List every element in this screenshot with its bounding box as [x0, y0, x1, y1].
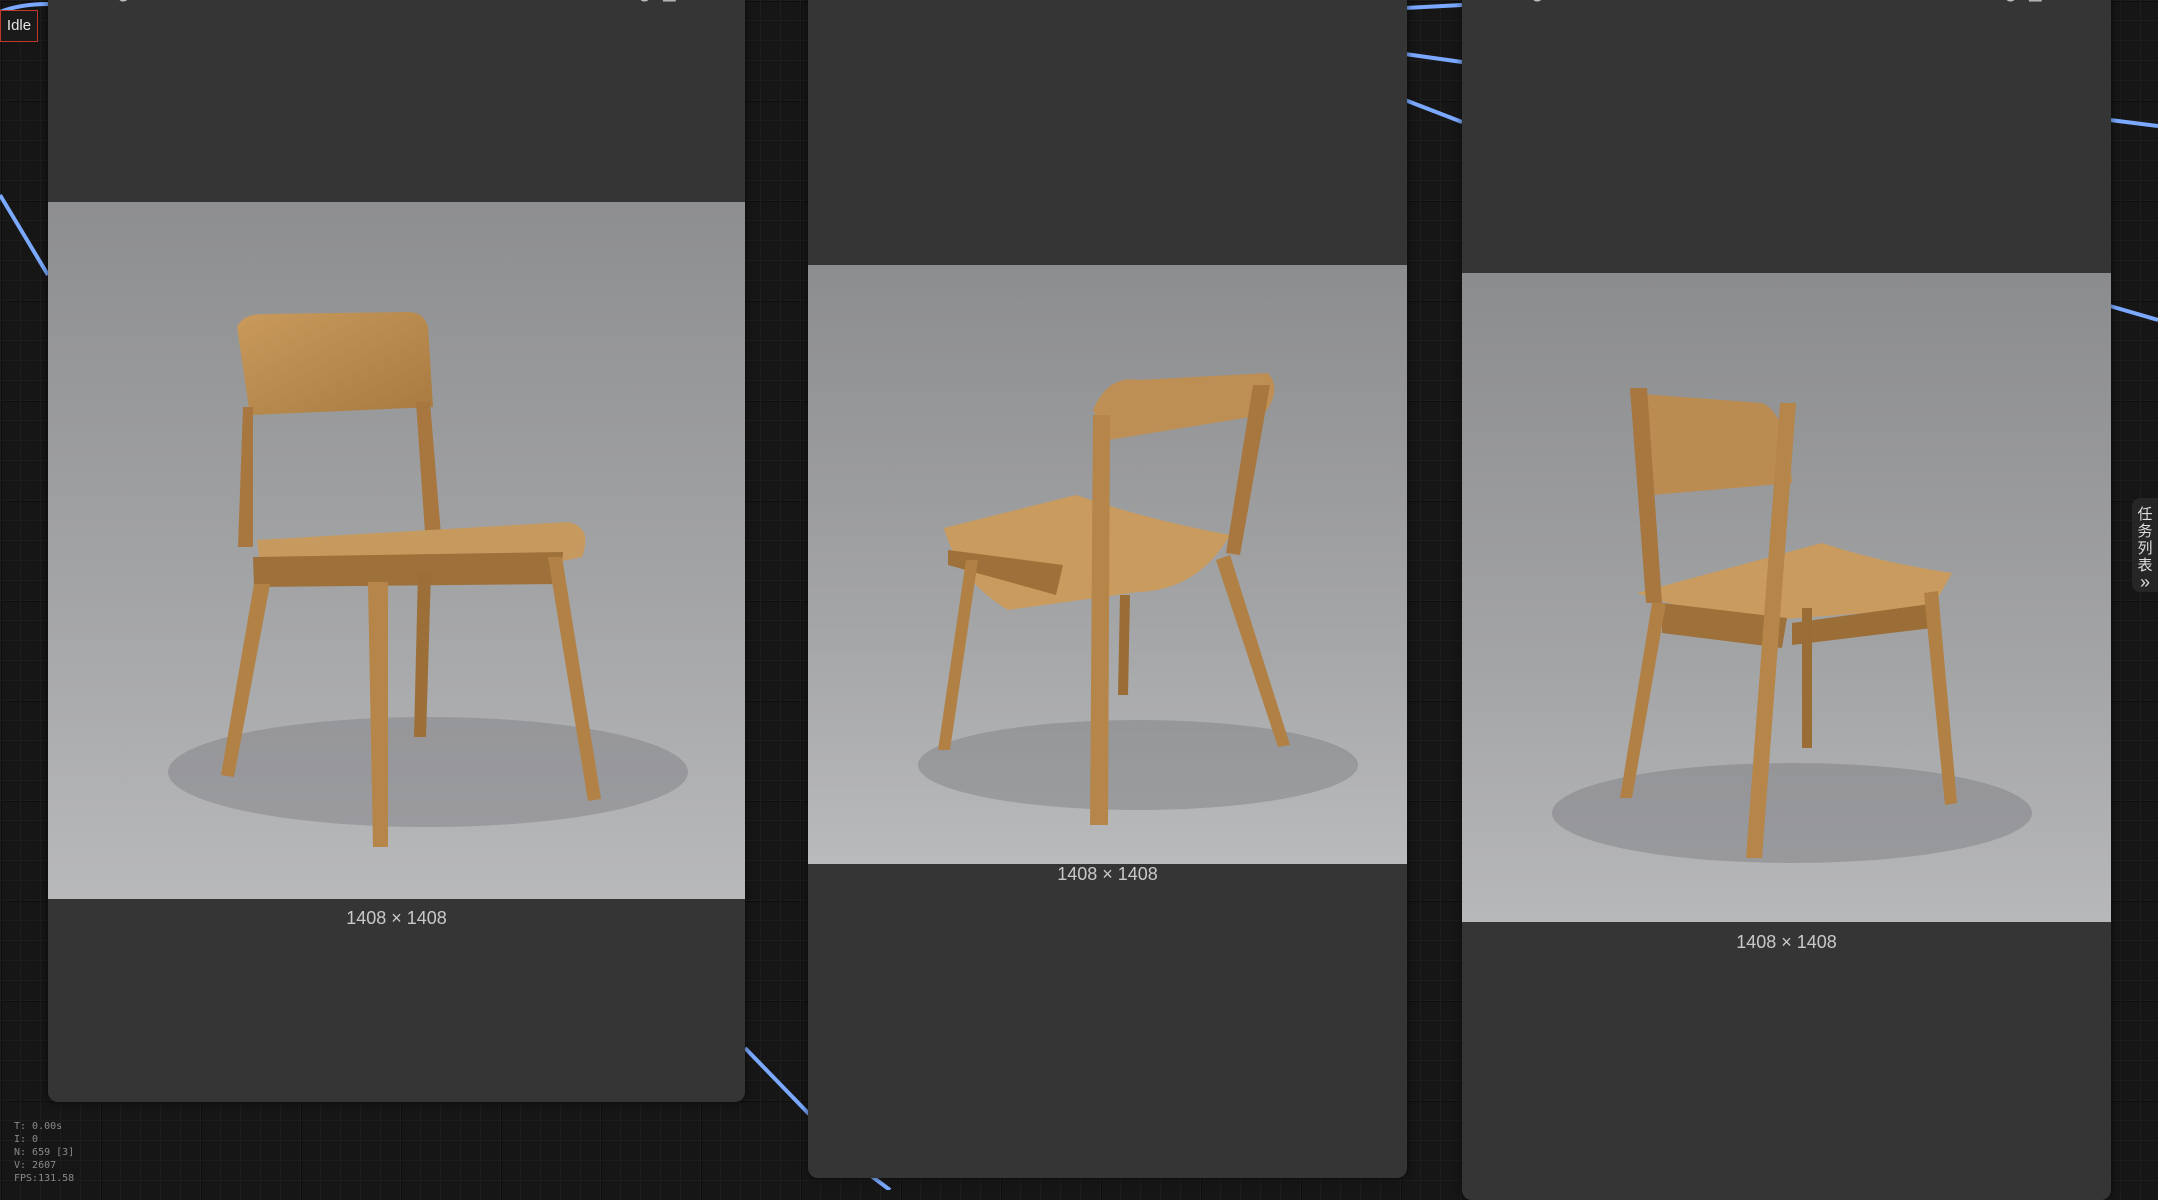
image-size-label: 1408 × 1408: [346, 908, 447, 928]
stat-vertices: V: 2607: [14, 1160, 57, 1171]
wire: [0, 193, 50, 277]
wire: [2109, 118, 2158, 128]
output-slot-label: image_uns: [1969, 0, 2077, 4]
output-slot-label: image_uns: [603, 0, 711, 4]
preview-image-node-2[interactable]: 1408 × 1408: [808, 0, 1407, 1178]
stat-iterations: I: 0: [14, 1134, 39, 1145]
stat-nodes: N: 659 [3]: [14, 1147, 75, 1158]
node-header: images image_uns: [1462, 0, 2111, 6]
status-indicator: Idle: [0, 10, 38, 42]
chair-back-right-image[interactable]: [1462, 273, 2111, 922]
wire: [1404, 3, 1463, 10]
wire: [743, 1046, 812, 1117]
wire: [1404, 52, 1463, 64]
task-tab-char: 列: [2137, 540, 2153, 557]
stat-time: T: 0.00s: [14, 1121, 63, 1132]
task-list-toggle[interactable]: 任 务 列 表 »: [2132, 498, 2158, 592]
task-tab-char: 任: [2137, 506, 2153, 523]
wire: [2109, 304, 2158, 322]
preview-image-node-1[interactable]: images image_uns 1408: [48, 0, 745, 1102]
chevron-right-icon: »: [2139, 572, 2150, 592]
input-slot-label: images: [82, 0, 153, 4]
task-tab-char: 务: [2137, 523, 2153, 540]
node-header: images image_uns: [48, 0, 745, 6]
image-size-label: 1408 × 1408: [1057, 864, 1158, 884]
image-size-label: 1408 × 1408: [1736, 932, 1837, 952]
wire: [1404, 98, 1463, 124]
preview-image-node-3[interactable]: images image_uns 1408 × 1408: [1462, 0, 2111, 1200]
performance-stats: T: 0.00s I: 0 N: 659 [3] V: 2607 FPS:131…: [14, 1120, 74, 1185]
input-slot-label: images: [1496, 0, 1567, 4]
chair-back-left-image[interactable]: [808, 265, 1407, 864]
stat-fps: FPS:131.58: [14, 1173, 75, 1184]
chair-front-left-image[interactable]: [48, 202, 745, 899]
